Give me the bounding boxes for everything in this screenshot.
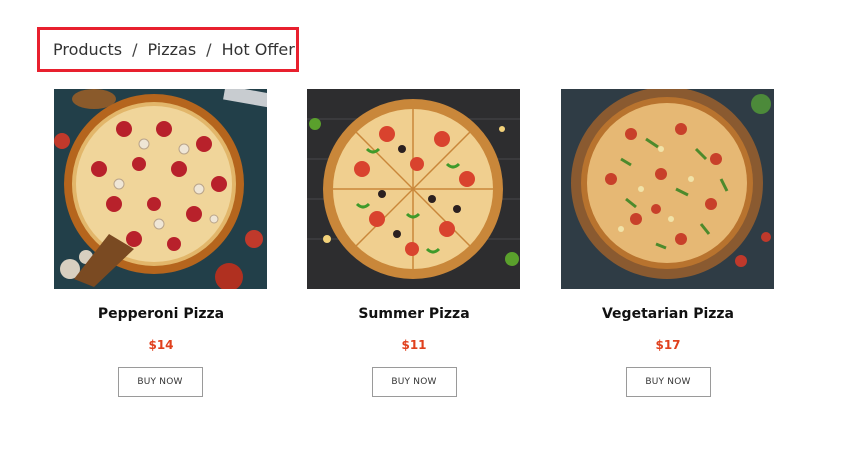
product-card-pepperoni: Pepperoni Pizza $14 BUY NOW bbox=[54, 89, 268, 397]
breadcrumb-item-pizzas[interactable]: Pizzas bbox=[147, 40, 196, 59]
buy-now-button[interactable]: BUY NOW bbox=[117, 367, 203, 397]
buy-now-button[interactable]: BUY NOW bbox=[371, 367, 457, 397]
breadcrumb-separator: / bbox=[132, 40, 138, 59]
product-price: $14 bbox=[148, 338, 174, 352]
product-name: Summer Pizza bbox=[358, 306, 470, 322]
product-card-vegetarian: Vegetarian Pizza $17 BUY NOW bbox=[561, 89, 775, 397]
vegetarian-pizza-photo[interactable] bbox=[561, 89, 774, 289]
breadcrumb-item-hot-offer: Hot Offer bbox=[221, 40, 295, 59]
product-name: Vegetarian Pizza bbox=[601, 306, 734, 322]
product-card-summer: Summer Pizza $11 BUY NOW bbox=[307, 89, 521, 397]
product-name: Pepperoni Pizza bbox=[97, 306, 225, 322]
buy-now-button[interactable]: BUY NOW bbox=[625, 367, 711, 397]
product-price: $17 bbox=[655, 338, 681, 352]
breadcrumb: Products / Pizzas / Hot Offer bbox=[37, 27, 299, 72]
pepperoni-pizza-photo[interactable] bbox=[54, 89, 267, 289]
breadcrumb-item-products[interactable]: Products bbox=[53, 40, 122, 59]
breadcrumb-separator: / bbox=[206, 40, 212, 59]
product-price: $11 bbox=[401, 338, 427, 352]
summer-pizza-photo[interactable] bbox=[307, 89, 520, 289]
